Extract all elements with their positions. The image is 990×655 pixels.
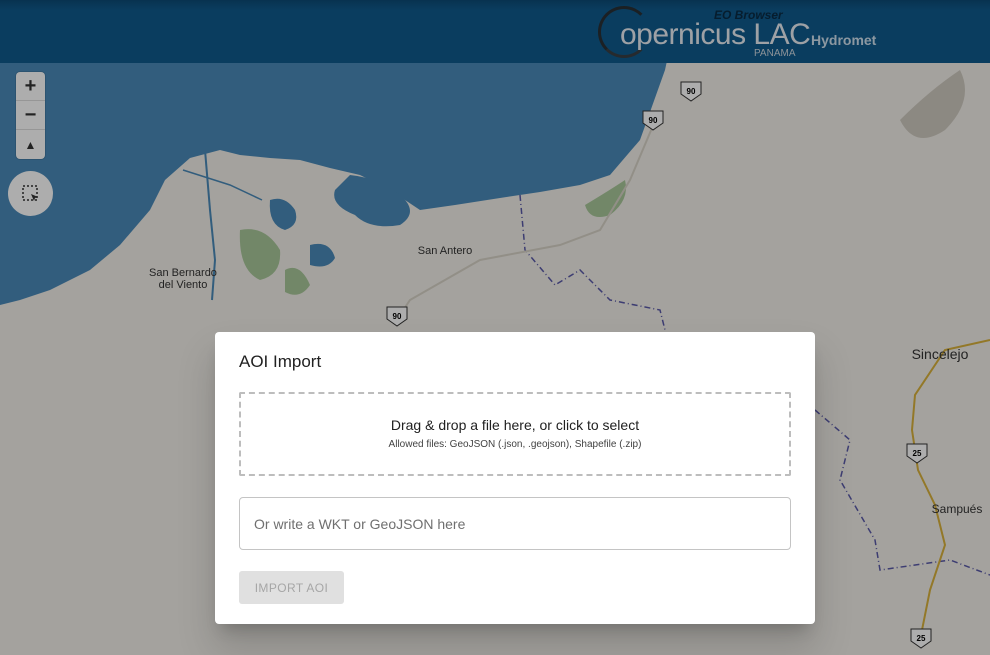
import-aoi-button[interactable]: IMPORT AOI [239,571,344,604]
dialog-title: AOI Import [239,352,322,371]
aoi-import-dialog: AOI Import Drag & drop a file here, or c… [215,332,815,624]
dropzone-text: Drag & drop a file here, or click to sel… [390,417,640,433]
wkt-geojson-input[interactable] [239,497,791,550]
dropzone-hint: Allowed files: GeoJSON (.json, .geojson)… [388,439,642,450]
file-dropzone[interactable]: Drag & drop a file here, or click to sel… [239,392,791,476]
